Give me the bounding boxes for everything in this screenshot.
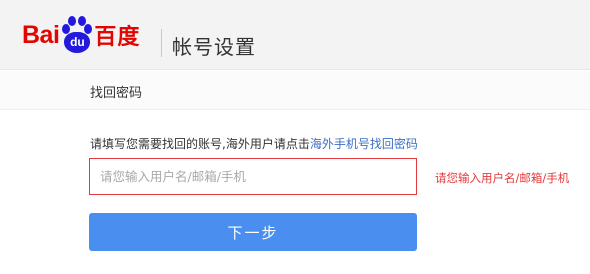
baidu-logo[interactable]: Bai du 百度 — [22, 12, 140, 58]
logo-paw-text: du — [70, 35, 85, 49]
logo-text-chinese: 百度 — [94, 25, 141, 50]
instruction-text: 请填写您需要找回的账号,海外用户请点击海外手机号找回密码 — [90, 135, 418, 152]
paw-icon: du — [61, 15, 93, 55]
page-title: 帐号设置 — [172, 35, 256, 59]
instruction-label: 请填写您需要找回的账号,海外用户请点击 — [90, 137, 310, 151]
next-step-button[interactable]: 下一步 — [89, 213, 417, 251]
tab-bar — [0, 71, 590, 110]
header-divider — [161, 29, 162, 57]
page-header: Bai du 百度 帐号设置 — [0, 0, 590, 70]
logo-text-latin: Bai — [22, 20, 60, 49]
account-input[interactable] — [90, 159, 416, 194]
tab-find-password: 找回密码 — [90, 86, 143, 101]
overseas-phone-recovery-link[interactable]: 海外手机号找回密码 — [310, 137, 418, 151]
account-input-box[interactable] — [89, 158, 417, 195]
error-message: 请您输入用户名/邮箱/手机 — [435, 171, 570, 185]
